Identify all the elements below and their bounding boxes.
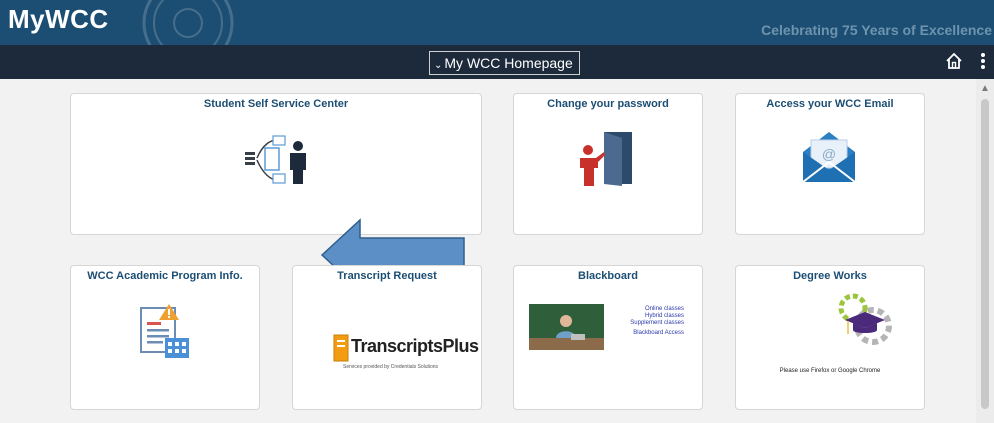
college-seal-watermark (142, 0, 234, 45)
envelope-icon: @ (802, 132, 856, 183)
blackboard-image (529, 304, 604, 350)
blackboard-links: Online classes Hybrid classes Supplement… (609, 306, 684, 337)
home-icon[interactable] (944, 51, 964, 71)
transcriptsplus-wordmark: TranscriptsPlus (351, 336, 479, 356)
tile-change-password[interactable]: Change your password (513, 93, 703, 235)
tile-title: Degree Works (793, 270, 867, 282)
scroll-thumb[interactable] (981, 99, 989, 409)
navigation-bar: ⌄ My WCC Homepage (0, 45, 994, 79)
tile-blackboard[interactable]: Blackboard Online classes Hybrid classes… (513, 265, 703, 410)
tile-academic-program-info[interactable]: WCC Academic Program Info. (70, 265, 260, 410)
self-service-icon (245, 135, 306, 184)
chevron-down-icon: ⌄ (434, 60, 443, 71)
tagline: Celebrating 75 Years of Excellence (761, 22, 992, 38)
program-info-icon (140, 304, 189, 358)
homepage-content: Student Self Service Center Change your … (0, 79, 975, 423)
transcriptsplus-subtitle: Services provided by Credentials Solutio… (343, 364, 439, 370)
tile-title: WCC Academic Program Info. (87, 270, 243, 282)
tile-title: Student Self Service Center (203, 98, 349, 110)
degree-works-icon (838, 293, 892, 345)
homepage-dropdown[interactable]: ⌄ My WCC Homepage (429, 51, 580, 75)
transcriptsplus-logo: TranscriptsPlus Services provided by Cre… (333, 334, 479, 374)
tile-title: Transcript Request (337, 270, 437, 282)
door-person-icon (580, 132, 632, 186)
tile-title: Change your password (547, 98, 669, 110)
header-banner: MyWCC Celebrating 75 Years of Excellence (0, 0, 994, 45)
transcript-document-icon (333, 334, 349, 362)
blackboard-link-supplement[interactable]: Supplement classes (609, 320, 684, 327)
tile-wcc-email[interactable]: Access your WCC Email @ (735, 93, 925, 235)
more-vertical-icon[interactable] (978, 51, 988, 71)
vertical-scrollbar[interactable]: ▲ (976, 79, 994, 423)
browser-note: Please use Firefox or Google Chrome (779, 368, 881, 374)
tile-title: Access your WCC Email (766, 98, 894, 110)
scroll-up-icon[interactable]: ▲ (980, 83, 990, 94)
blackboard-link-online[interactable]: Online classes (609, 306, 684, 313)
blackboard-link-access[interactable]: Blackboard Access (609, 330, 684, 337)
homepage-dropdown-label: My WCC Homepage (444, 55, 573, 71)
tile-title: Blackboard (578, 270, 638, 282)
tile-degree-works[interactable]: Degree Works Please use Firefox or Googl… (735, 265, 925, 410)
tile-transcript-request[interactable]: Transcript Request TranscriptsPlus Servi… (292, 265, 482, 410)
tile-student-self-service[interactable]: Student Self Service Center (70, 93, 482, 235)
blackboard-link-hybrid[interactable]: Hybrid classes (609, 313, 684, 320)
brand-logo: MyWCC (8, 4, 109, 34)
svg-text:@: @ (822, 146, 836, 162)
